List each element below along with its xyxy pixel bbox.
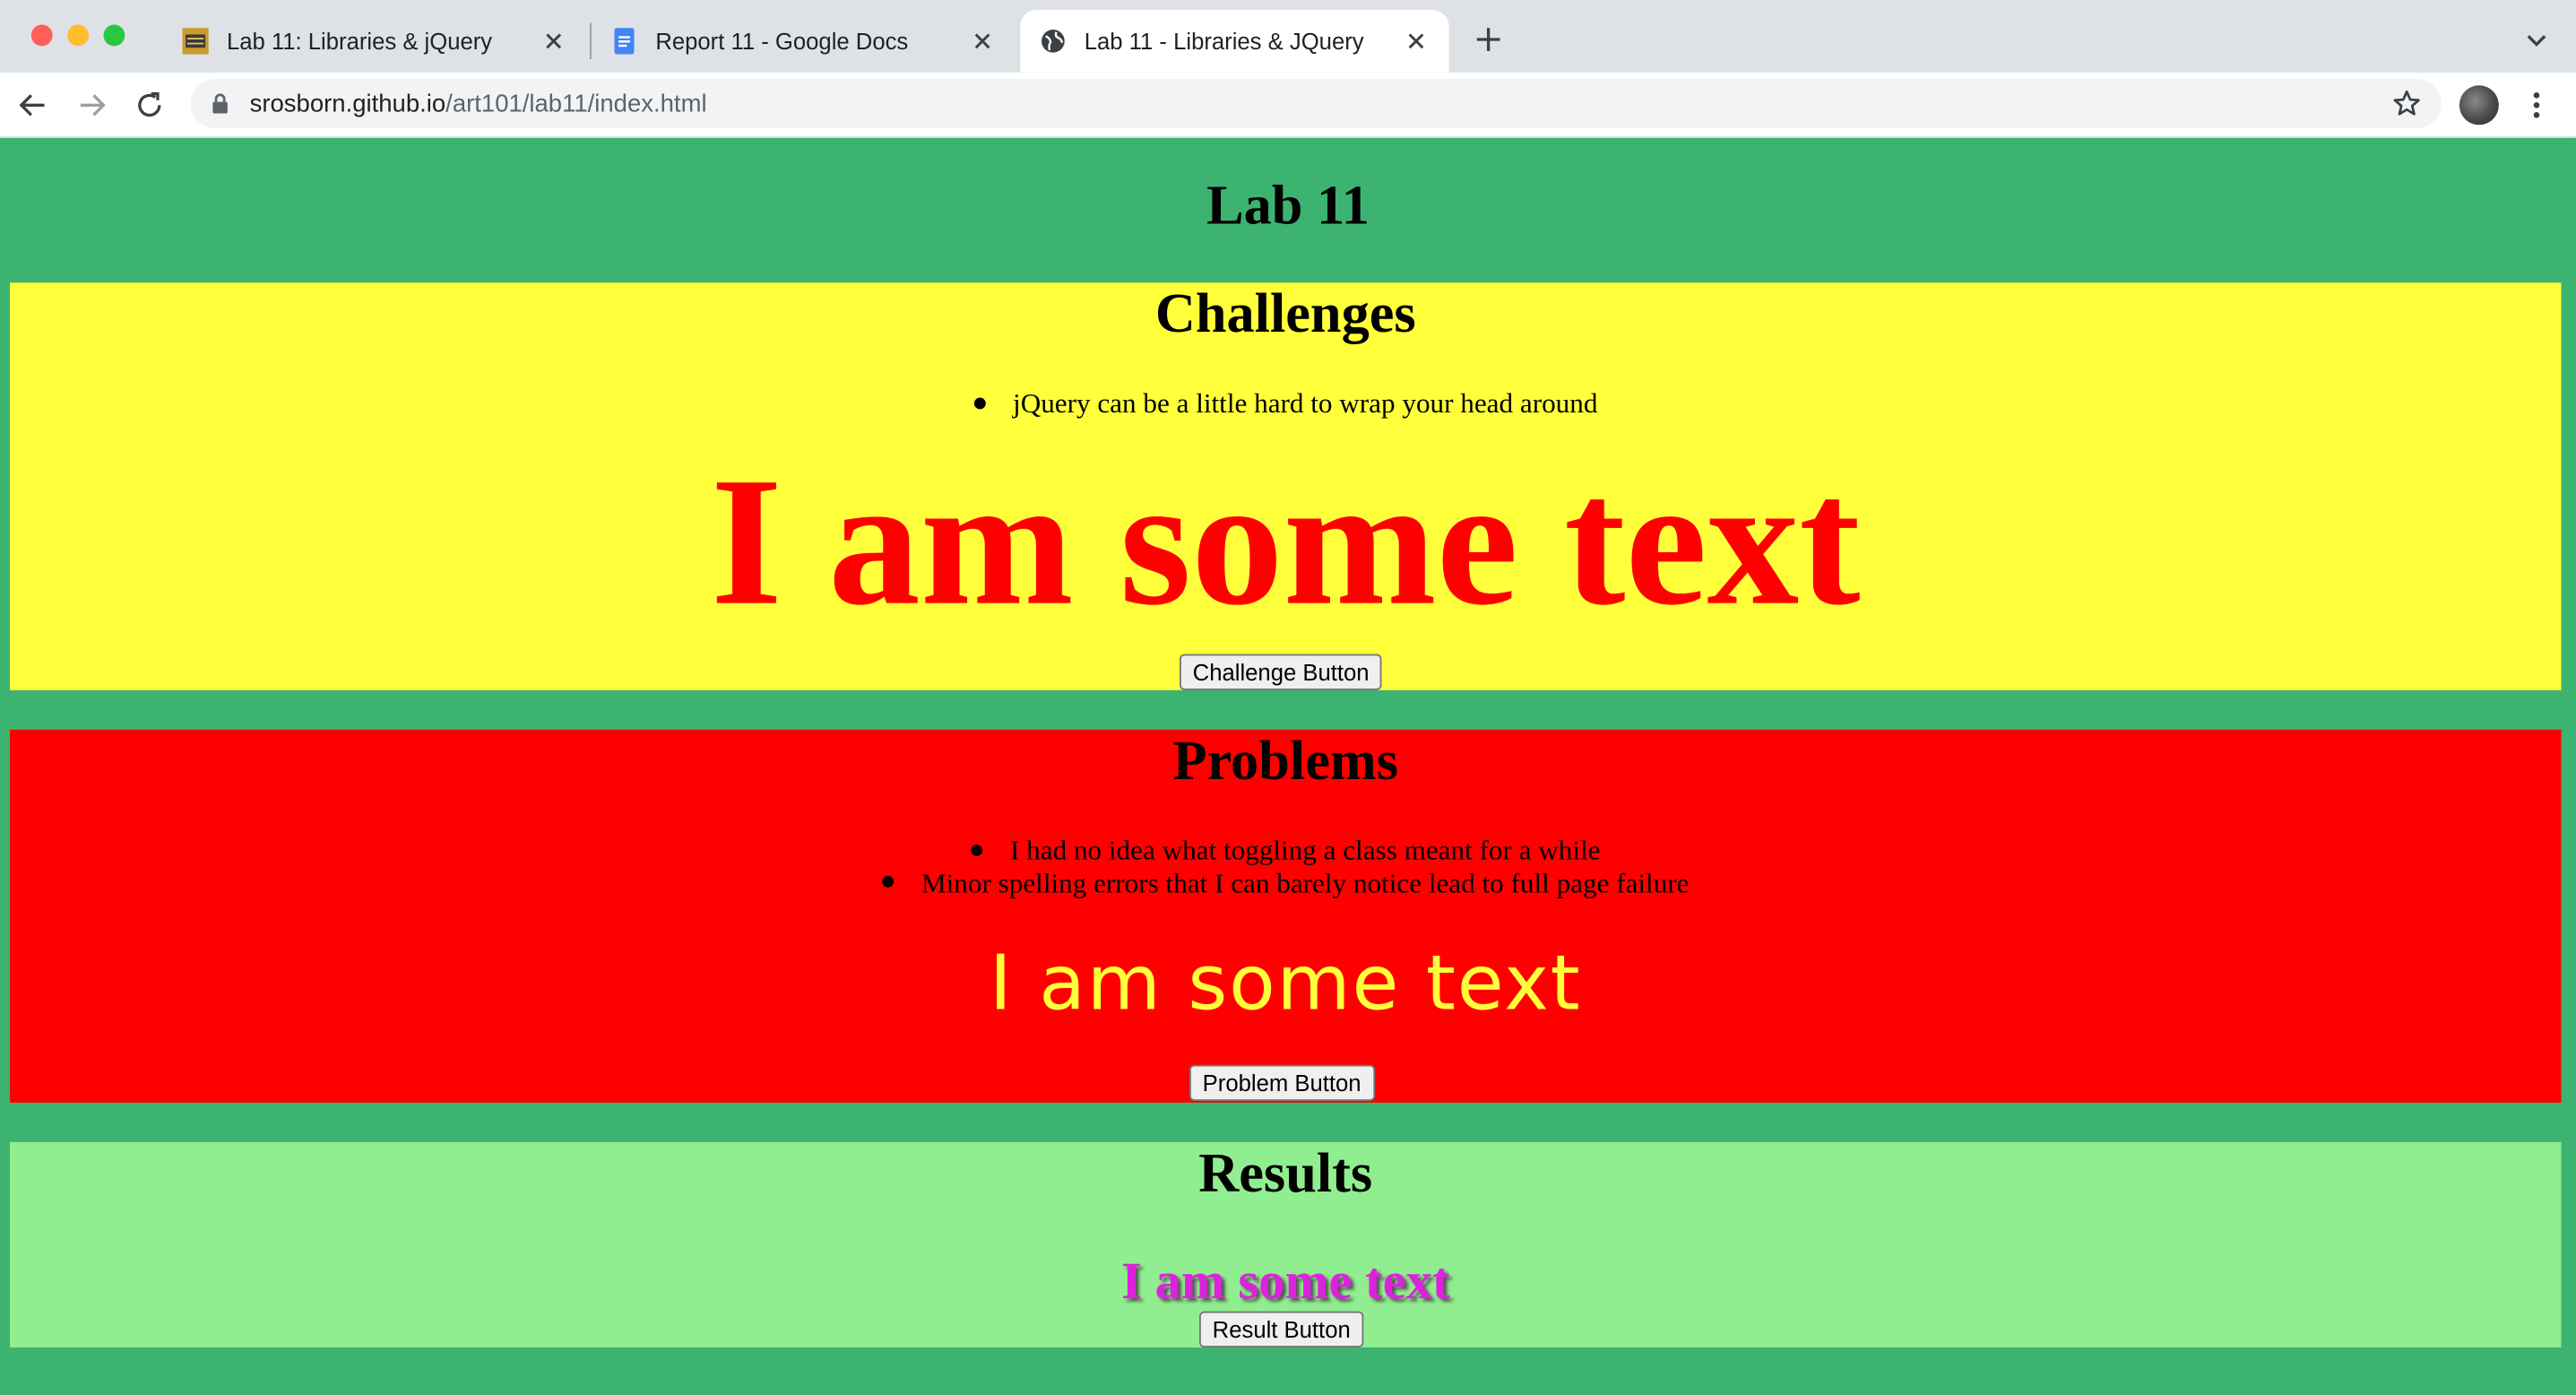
bullet-icon bbox=[881, 876, 894, 888]
problem-button[interactable]: Problem Button bbox=[1189, 1064, 1375, 1102]
challenges-list: jQuery can be a little hard to wrap your… bbox=[10, 388, 2561, 420]
challenge-button[interactable]: Challenge Button bbox=[1180, 654, 1383, 690]
close-icon[interactable] bbox=[1403, 28, 1429, 54]
tab-report11-docs[interactable]: Report 11 - Google Docs bbox=[592, 10, 1016, 73]
url-path: /art101/lab11/index.html bbox=[445, 89, 707, 118]
problems-list: I had no idea what toggling a class mean… bbox=[10, 835, 2561, 898]
tab-lab11-jquery-active[interactable]: Lab 11 - Libraries & JQuery bbox=[1020, 9, 1449, 73]
tab-title: Report 11 - Google Docs bbox=[655, 28, 909, 55]
close-icon[interactable] bbox=[540, 28, 566, 54]
new-tab-icon[interactable] bbox=[1472, 23, 1505, 56]
close-window-button[interactable] bbox=[30, 24, 53, 47]
browser-toolbar: srosborn.github.io/art101/lab11/index.ht… bbox=[0, 72, 2576, 138]
forward-arrow-icon[interactable] bbox=[75, 89, 108, 122]
tab-title: Lab 11: Libraries & jQuery bbox=[226, 28, 493, 55]
problem-demo-text: I am some text bbox=[989, 938, 1582, 1027]
results-section: Results I am some text Result Button bbox=[9, 1141, 2562, 1347]
tab-title: Lab 11 - Libraries & JQuery bbox=[1084, 28, 1364, 55]
lock-icon[interactable] bbox=[209, 92, 232, 116]
result-demo-text: I am some text bbox=[1121, 1250, 1450, 1310]
screen: Lab 11: Libraries & jQuery Report 11 - G… bbox=[0, 0, 2576, 1395]
more-menu-icon[interactable] bbox=[2523, 89, 2549, 122]
tab-bar: Lab 11: Libraries & jQuery Report 11 - G… bbox=[0, 0, 2576, 73]
close-icon[interactable] bbox=[969, 28, 995, 54]
list-item: I had no idea what toggling a class mean… bbox=[10, 835, 2561, 867]
challenges-heading: Challenges bbox=[1154, 284, 1416, 345]
results-heading: Results bbox=[1198, 1143, 1373, 1205]
list-item-text: jQuery can be a little hard to wrap your… bbox=[1013, 387, 1598, 420]
reload-icon[interactable] bbox=[133, 89, 166, 122]
list-item: Minor spelling errors that I can barely … bbox=[10, 867, 2561, 899]
result-button[interactable]: Result Button bbox=[1199, 1311, 1364, 1347]
chevron-down-icon[interactable] bbox=[2523, 26, 2549, 52]
page-title: Lab 11 bbox=[1206, 176, 1370, 237]
globe-icon bbox=[1040, 28, 1066, 54]
bookmark-star-icon[interactable] bbox=[2392, 89, 2422, 118]
web-page: Lab 11 Challenges jQuery can be a little… bbox=[0, 137, 2576, 1395]
minimize-window-button[interactable] bbox=[67, 24, 89, 47]
bullet-icon bbox=[973, 396, 985, 409]
back-arrow-icon[interactable] bbox=[16, 89, 49, 122]
tab-lab11-libraries[interactable]: Lab 11: Libraries & jQuery bbox=[162, 10, 586, 73]
problems-heading: Problems bbox=[1172, 731, 1399, 793]
url-host: srosborn.github.io bbox=[249, 89, 446, 118]
list-item: jQuery can be a little hard to wrap your… bbox=[10, 388, 2561, 420]
bullet-icon bbox=[971, 844, 982, 856]
challenges-section: Challenges jQuery can be a little hard t… bbox=[9, 282, 2562, 690]
profile-avatar[interactable] bbox=[2459, 85, 2499, 126]
list-item-text: Minor spelling errors that I can barely … bbox=[921, 866, 1690, 898]
challenge-demo-text: I am some text bbox=[710, 440, 1861, 645]
google-docs-icon bbox=[611, 28, 637, 55]
problems-section: Problems I had no idea what toggling a c… bbox=[9, 729, 2562, 1103]
list-item-text: I had no idea what toggling a class mean… bbox=[1010, 835, 1601, 866]
address-bar[interactable]: srosborn.github.io/art101/lab11/index.ht… bbox=[190, 78, 2442, 128]
ucsc-icon bbox=[182, 28, 209, 55]
maximize-window-button[interactable] bbox=[103, 24, 125, 47]
